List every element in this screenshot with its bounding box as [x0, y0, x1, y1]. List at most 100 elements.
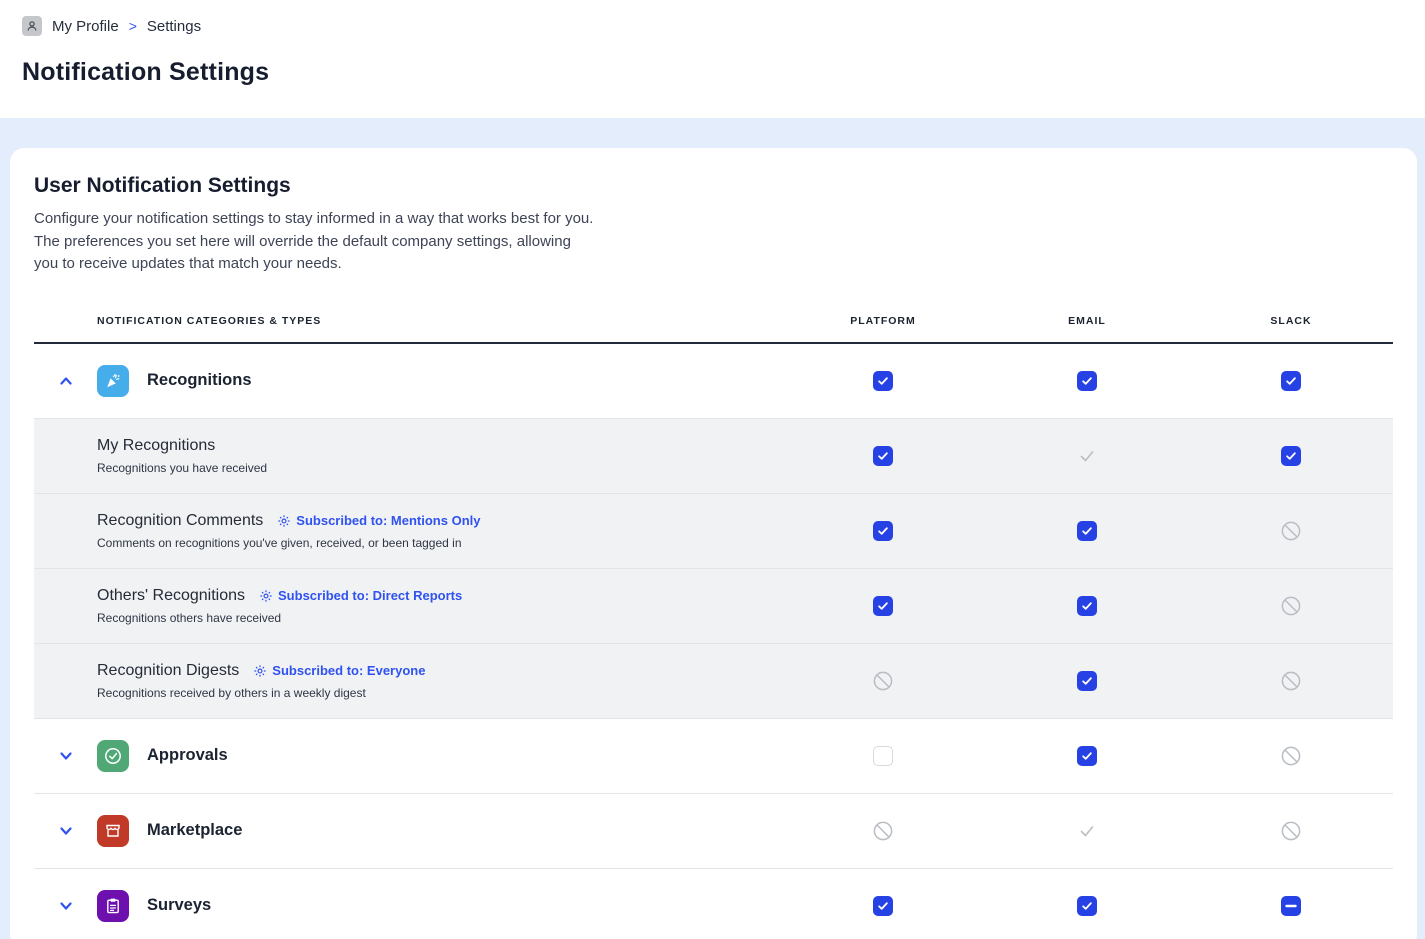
sub-row-title-line: Recognition CommentsSubscribed to: Menti…	[97, 512, 480, 530]
slack-cell	[1189, 895, 1393, 917]
checkbox-email-my-recognitions-check-plain	[1076, 445, 1098, 467]
platform-cell	[781, 520, 985, 542]
subscription-link-recognition-digests[interactable]: Subscribed to: Everyone	[253, 663, 425, 678]
slack-cell	[1189, 595, 1393, 617]
platform-cell	[781, 895, 985, 917]
checkbox-platform-recognition-comments-checked[interactable]	[872, 520, 894, 542]
checkbox-slack-my-recognitions-checked[interactable]	[1280, 445, 1302, 467]
checkbox-slack-recognitions-checked[interactable]	[1280, 370, 1302, 392]
header-slack: Slack	[1189, 315, 1393, 327]
name-cell: Recognition Digests Subscribed to: Everyo…	[34, 662, 781, 700]
sub-row-label: Others' Recognitions	[97, 587, 245, 605]
subscription-link-recognition-comments[interactable]: Subscribed to: Mentions Only	[277, 513, 480, 528]
checkbox-slack-recognition-digests-blocked	[1280, 670, 1302, 692]
category-label: Recognitions	[147, 371, 252, 390]
table-header-row: Notification Categories & Types Platform…	[34, 300, 1393, 344]
category-row-recognitions: Recognitions	[34, 344, 1393, 419]
checkbox-platform-recognitions-checked[interactable]	[872, 370, 894, 392]
sub-row-description: Recognitions others have received	[97, 611, 281, 625]
party-popper-icon	[97, 365, 129, 397]
subscription-link-label: Subscribed to: Direct Reports	[278, 588, 462, 603]
platform-cell	[781, 595, 985, 617]
email-cell	[985, 595, 1189, 617]
category-label: Approvals	[147, 746, 228, 765]
checkbox-email-surveys-checked[interactable]	[1076, 895, 1098, 917]
notification-table: Notification Categories & Types Platform…	[34, 300, 1393, 939]
name-cell: Marketplace	[34, 815, 781, 847]
checkbox-email-recognitions-checked[interactable]	[1076, 370, 1098, 392]
email-cell	[985, 895, 1189, 917]
header-categories: Notification Categories & Types	[34, 315, 781, 327]
checkbox-email-approvals-checked[interactable]	[1076, 745, 1098, 767]
sub-row-label: My Recognitions	[97, 437, 215, 455]
checkbox-platform-others-recognitions-checked[interactable]	[872, 595, 894, 617]
sub-row-description: Recognitions received by others in a wee…	[97, 686, 366, 700]
platform-cell	[781, 670, 985, 692]
breadcrumb-separator: >	[129, 18, 137, 34]
sub-row-label: Recognition Digests	[97, 662, 239, 680]
checkbox-email-others-recognitions-checked[interactable]	[1076, 595, 1098, 617]
breadcrumb: My Profile > Settings	[22, 16, 1425, 36]
sub-row-title-line: Recognition Digests Subscribed to: Everyo…	[97, 662, 425, 680]
subscription-link-others-recognitions[interactable]: Subscribed to: Direct Reports	[259, 588, 462, 603]
name-cell: Surveys	[34, 890, 781, 922]
checkbox-platform-marketplace-blocked	[872, 820, 894, 842]
platform-cell	[781, 820, 985, 842]
gear-icon	[253, 664, 267, 678]
platform-cell	[781, 745, 985, 767]
name-cell: Others' Recognitions Subscribed to: Direc…	[34, 587, 781, 625]
email-cell	[985, 520, 1189, 542]
email-cell	[985, 370, 1189, 392]
page-title: Notification Settings	[22, 58, 1425, 87]
checkbox-slack-surveys-indeterminate[interactable]	[1280, 895, 1302, 917]
category-label: Marketplace	[147, 821, 242, 840]
email-cell	[985, 820, 1189, 842]
slack-cell	[1189, 520, 1393, 542]
checkbox-slack-marketplace-blocked	[1280, 820, 1302, 842]
sub-row-recognition-digests: Recognition Digests Subscribed to: Everyo…	[34, 644, 1393, 719]
name-cell: My Recognitions Recognitions you have rec…	[34, 437, 781, 475]
email-cell	[985, 745, 1189, 767]
slack-cell	[1189, 670, 1393, 692]
breadcrumb-my-profile[interactable]: My Profile	[52, 18, 119, 35]
checkbox-slack-approvals-blocked	[1280, 745, 1302, 767]
chevron-up-icon[interactable]	[34, 372, 97, 390]
name-cell: Approvals	[34, 740, 781, 772]
page-background: User Notification Settings Configure you…	[0, 118, 1425, 939]
header-email: Email	[985, 315, 1189, 327]
storefront-icon	[97, 815, 129, 847]
slack-cell	[1189, 745, 1393, 767]
top-header: My Profile > Settings Notification Setti…	[0, 0, 1425, 118]
breadcrumb-settings[interactable]: Settings	[147, 18, 201, 35]
checkbox-email-recognition-comments-checked[interactable]	[1076, 520, 1098, 542]
platform-cell	[781, 370, 985, 392]
checkbox-email-recognition-digests-checked[interactable]	[1076, 670, 1098, 692]
checkbox-email-marketplace-check-plain	[1076, 820, 1098, 842]
slack-cell	[1189, 820, 1393, 842]
slack-cell	[1189, 445, 1393, 467]
sub-row-others-recognitions: Others' Recognitions Subscribed to: Direc…	[34, 569, 1393, 644]
notification-settings-card: User Notification Settings Configure you…	[10, 148, 1417, 939]
sub-row-description: Recognitions you have received	[97, 461, 267, 475]
header-platform: Platform	[781, 315, 985, 327]
checkbox-platform-my-recognitions-checked[interactable]	[872, 445, 894, 467]
subscription-link-label: Subscribed to: Everyone	[272, 663, 425, 678]
clipboard-icon	[97, 890, 129, 922]
category-label: Surveys	[147, 896, 211, 915]
checkbox-platform-approvals-unchecked[interactable]	[872, 745, 894, 767]
subscription-link-label: Subscribed to: Mentions Only	[296, 513, 480, 528]
chevron-down-icon[interactable]	[34, 747, 97, 765]
table-body: Recognitions My Recognitions Recognitions …	[34, 344, 1393, 939]
checkbox-platform-recognition-digests-blocked	[872, 670, 894, 692]
category-row-approvals: Approvals	[34, 719, 1393, 794]
card-title: User Notification Settings	[34, 174, 1393, 198]
platform-cell	[781, 445, 985, 467]
circle-check-icon	[97, 740, 129, 772]
chevron-down-icon[interactable]	[34, 897, 97, 915]
checkbox-platform-surveys-checked[interactable]	[872, 895, 894, 917]
sub-row-description: Comments on recognitions you've given, r…	[97, 536, 462, 550]
chevron-down-icon[interactable]	[34, 822, 97, 840]
name-cell: Recognitions	[34, 365, 781, 397]
checkbox-slack-others-recognitions-blocked	[1280, 595, 1302, 617]
sub-row-title-line: My Recognitions	[97, 437, 215, 455]
